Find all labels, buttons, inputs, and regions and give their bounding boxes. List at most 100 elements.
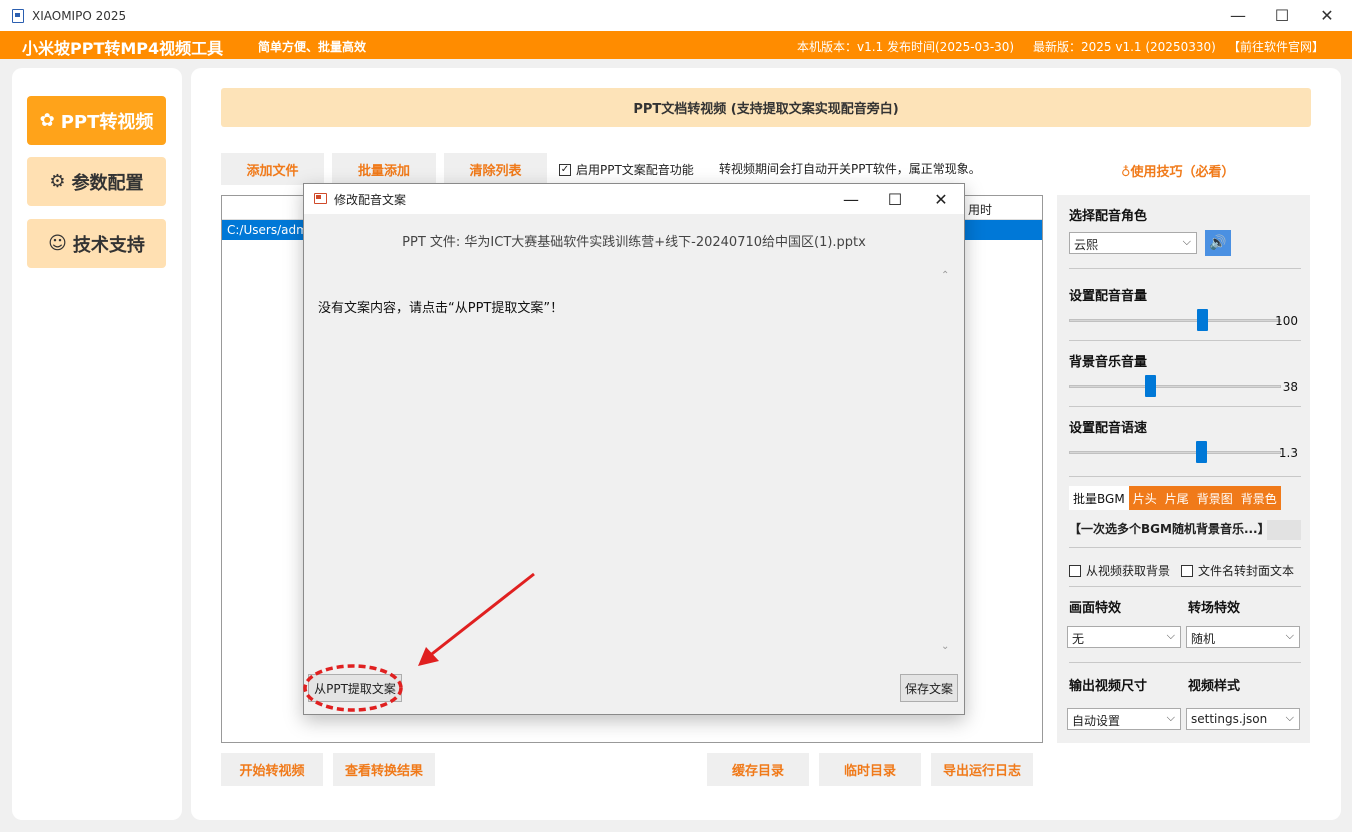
chevron-down-icon: ⌵ xyxy=(1166,629,1175,642)
dialog-file-info: PPT 文件: 华为ICT大赛基础软件实践训练营+线下-20240710给中国区… xyxy=(402,235,866,250)
sidebar-item-label: 参数配置 xyxy=(71,172,144,194)
edit-script-dialog: 修改配音文案 — ☐ ✕ PPT 文件: 华为ICT大赛基础软件实践训练营+线下… xyxy=(303,183,965,715)
tips-link[interactable]: ♁使用技巧（必看） xyxy=(1121,161,1235,180)
batch-add-button[interactable]: 批量添加 xyxy=(332,153,436,185)
palette-icon: ✿ xyxy=(39,110,55,131)
extract-script-button[interactable]: 从PPT提取文案 xyxy=(308,674,402,702)
chevron-down-icon: ⌵ xyxy=(1285,711,1294,724)
tab-bg-color[interactable]: 背景色 xyxy=(1236,486,1281,510)
video-bg-label: 从视频获取背景 xyxy=(1086,564,1171,578)
bgm-browse-button[interactable] xyxy=(1267,520,1301,540)
maximize-button[interactable]: ☐ xyxy=(1259,0,1305,31)
save-script-button[interactable]: 保存文案 xyxy=(900,674,958,702)
lightbulb-icon: ♁ xyxy=(1121,165,1131,180)
checkbox-box[interactable]: ✓ xyxy=(559,163,571,176)
window-titlebar: XIAOMIPO 2025 xyxy=(0,0,1352,31)
speed-slider[interactable] xyxy=(1196,441,1207,463)
page-title: PPT文档转视频 (支持提取文案实现配音旁白) xyxy=(221,88,1311,127)
app-header: 小米坡PPT转MP4视频工具 简单方便、批量高效 本机版本：v1.1 发布时间(… xyxy=(0,31,1352,59)
voice-enable-checkbox[interactable]: ✓ 启用PPT文案配音功能 xyxy=(559,161,694,178)
view-results-button[interactable]: 查看转换结果 xyxy=(333,753,435,786)
chevron-down-icon: ⌵ xyxy=(1166,711,1175,724)
latest-version: 最新版：2025 v1.1 (20250330) xyxy=(1033,40,1216,54)
transition-select[interactable]: 随机 ⌵ xyxy=(1186,626,1300,648)
clear-list-button[interactable]: 清除列表 xyxy=(444,153,547,185)
app-slogan: 简单方便、批量高效 xyxy=(258,40,367,54)
divider xyxy=(1069,662,1301,663)
video-style-label: 视频样式 xyxy=(1188,679,1241,694)
output-size-label: 输出视频尺寸 xyxy=(1069,679,1148,694)
sidebar-item-settings[interactable]: ⚙ 参数配置 xyxy=(27,157,166,206)
website-link[interactable]: 【前往软件官网】 xyxy=(1228,38,1324,55)
divider xyxy=(1069,406,1301,407)
output-size-select[interactable]: 自动设置 ⌵ xyxy=(1067,708,1181,730)
divider xyxy=(1069,340,1301,341)
bg-music-value: 38 xyxy=(1282,380,1298,394)
minimize-button[interactable]: — xyxy=(1215,0,1261,31)
cache-dir-button[interactable]: 缓存目录 xyxy=(707,753,809,786)
script-textarea[interactable]: 没有文案内容，请点击“从PPT提取文案”！ xyxy=(318,297,563,316)
scroll-up-icon[interactable]: ⌃ xyxy=(941,270,949,281)
bg-music-track[interactable] xyxy=(1069,385,1281,388)
divider xyxy=(1069,586,1301,587)
tab-bg-image[interactable]: 背景图 xyxy=(1192,486,1237,510)
bgm-select-link[interactable]: 【一次选多个BGM随机背景音乐...】 xyxy=(1069,520,1301,540)
sidebar-item-support[interactable]: ☺ 技术支持 xyxy=(27,219,166,268)
voice-role-select[interactable]: 云熙 ⌵ xyxy=(1069,232,1197,254)
window-title: XIAOMIPO 2025 xyxy=(32,8,127,23)
bg-music-slider[interactable] xyxy=(1145,375,1156,397)
settings-panel: 选择配音角色 云熙 ⌵ 🔊 设置配音音量 100 背景音乐音量 38 设置配音语速… xyxy=(1057,195,1310,743)
dialog-maximize-button[interactable]: ☐ xyxy=(872,184,918,214)
ppt-file-icon xyxy=(314,193,327,204)
checkbox-box[interactable] xyxy=(1069,564,1081,577)
sidebar-item-label: 技术支持 xyxy=(72,234,145,256)
video-bg-checkbox[interactable]: 从视频获取背景 xyxy=(1069,562,1170,579)
effect-label: 画面特效 xyxy=(1069,601,1122,616)
speed-track[interactable] xyxy=(1069,451,1281,454)
effect-select[interactable]: 无 ⌵ xyxy=(1067,626,1181,648)
tab-batch-bgm[interactable]: 批量BGM xyxy=(1069,486,1129,510)
start-convert-button[interactable]: 开始转视频 xyxy=(221,753,323,786)
dialog-scrollbar[interactable]: ⌃ ⌄ xyxy=(938,270,954,652)
output-size-value: 自动设置 xyxy=(1072,714,1121,728)
transition-label: 转场特效 xyxy=(1188,601,1241,616)
video-style-value: settings.json xyxy=(1191,712,1268,726)
speed-value: 1.3 xyxy=(1278,446,1298,460)
app-icon xyxy=(12,8,24,23)
chevron-down-icon: ⌵ xyxy=(1285,629,1294,642)
voice-volume-label: 设置配音音量 xyxy=(1069,289,1148,304)
bg-music-label: 背景音乐音量 xyxy=(1069,355,1148,370)
filename-cover-label: 文件名转封面文本 xyxy=(1198,564,1295,578)
user-support-icon: ☺ xyxy=(48,233,67,254)
transition-value: 随机 xyxy=(1191,632,1216,646)
close-button[interactable]: ✕ xyxy=(1304,0,1350,31)
filename-cover-checkbox[interactable]: 文件名转封面文本 xyxy=(1181,562,1294,579)
app-brand: 小米坡PPT转MP4视频工具 xyxy=(22,39,224,58)
divider xyxy=(1069,476,1301,477)
dialog-titlebar: 修改配音文案 — ☐ ✕ xyxy=(304,184,964,214)
voice-volume-slider[interactable] xyxy=(1197,309,1208,331)
temp-dir-button[interactable]: 临时目录 xyxy=(819,753,921,786)
chevron-down-icon: ⌵ xyxy=(1182,235,1191,248)
add-file-button[interactable]: 添加文件 xyxy=(221,153,324,185)
dialog-close-button[interactable]: ✕ xyxy=(918,184,964,214)
tab-outro[interactable]: 片尾 xyxy=(1160,486,1193,510)
scroll-down-icon[interactable]: ⌄ xyxy=(941,641,949,652)
tab-intro[interactable]: 片头 xyxy=(1128,486,1161,510)
divider xyxy=(1069,268,1301,269)
dialog-title: 修改配音文案 xyxy=(334,193,407,207)
sidebar-item-ppt-to-video[interactable]: ✿ PPT转视频 xyxy=(27,96,166,145)
column-time[interactable]: 用时 xyxy=(968,201,992,218)
speaker-icon[interactable]: 🔊 xyxy=(1205,230,1231,256)
bgm-tabs: 批量BGM 片头 片尾 背景图 背景色 xyxy=(1069,486,1281,510)
export-log-button[interactable]: 导出运行日志 xyxy=(931,753,1033,786)
dialog-minimize-button[interactable]: — xyxy=(828,184,874,214)
video-style-select[interactable]: settings.json ⌵ xyxy=(1186,708,1300,730)
gear-icon: ⚙ xyxy=(49,171,66,192)
sidebar: ✿ PPT转视频 ⚙ 参数配置 ☺ 技术支持 xyxy=(12,68,182,820)
voice-volume-track[interactable] xyxy=(1069,319,1281,322)
voice-role-label: 选择配音角色 xyxy=(1069,209,1148,224)
divider xyxy=(1069,547,1301,548)
checkbox-box[interactable] xyxy=(1181,564,1193,577)
voice-role-value: 云熙 xyxy=(1074,238,1099,252)
